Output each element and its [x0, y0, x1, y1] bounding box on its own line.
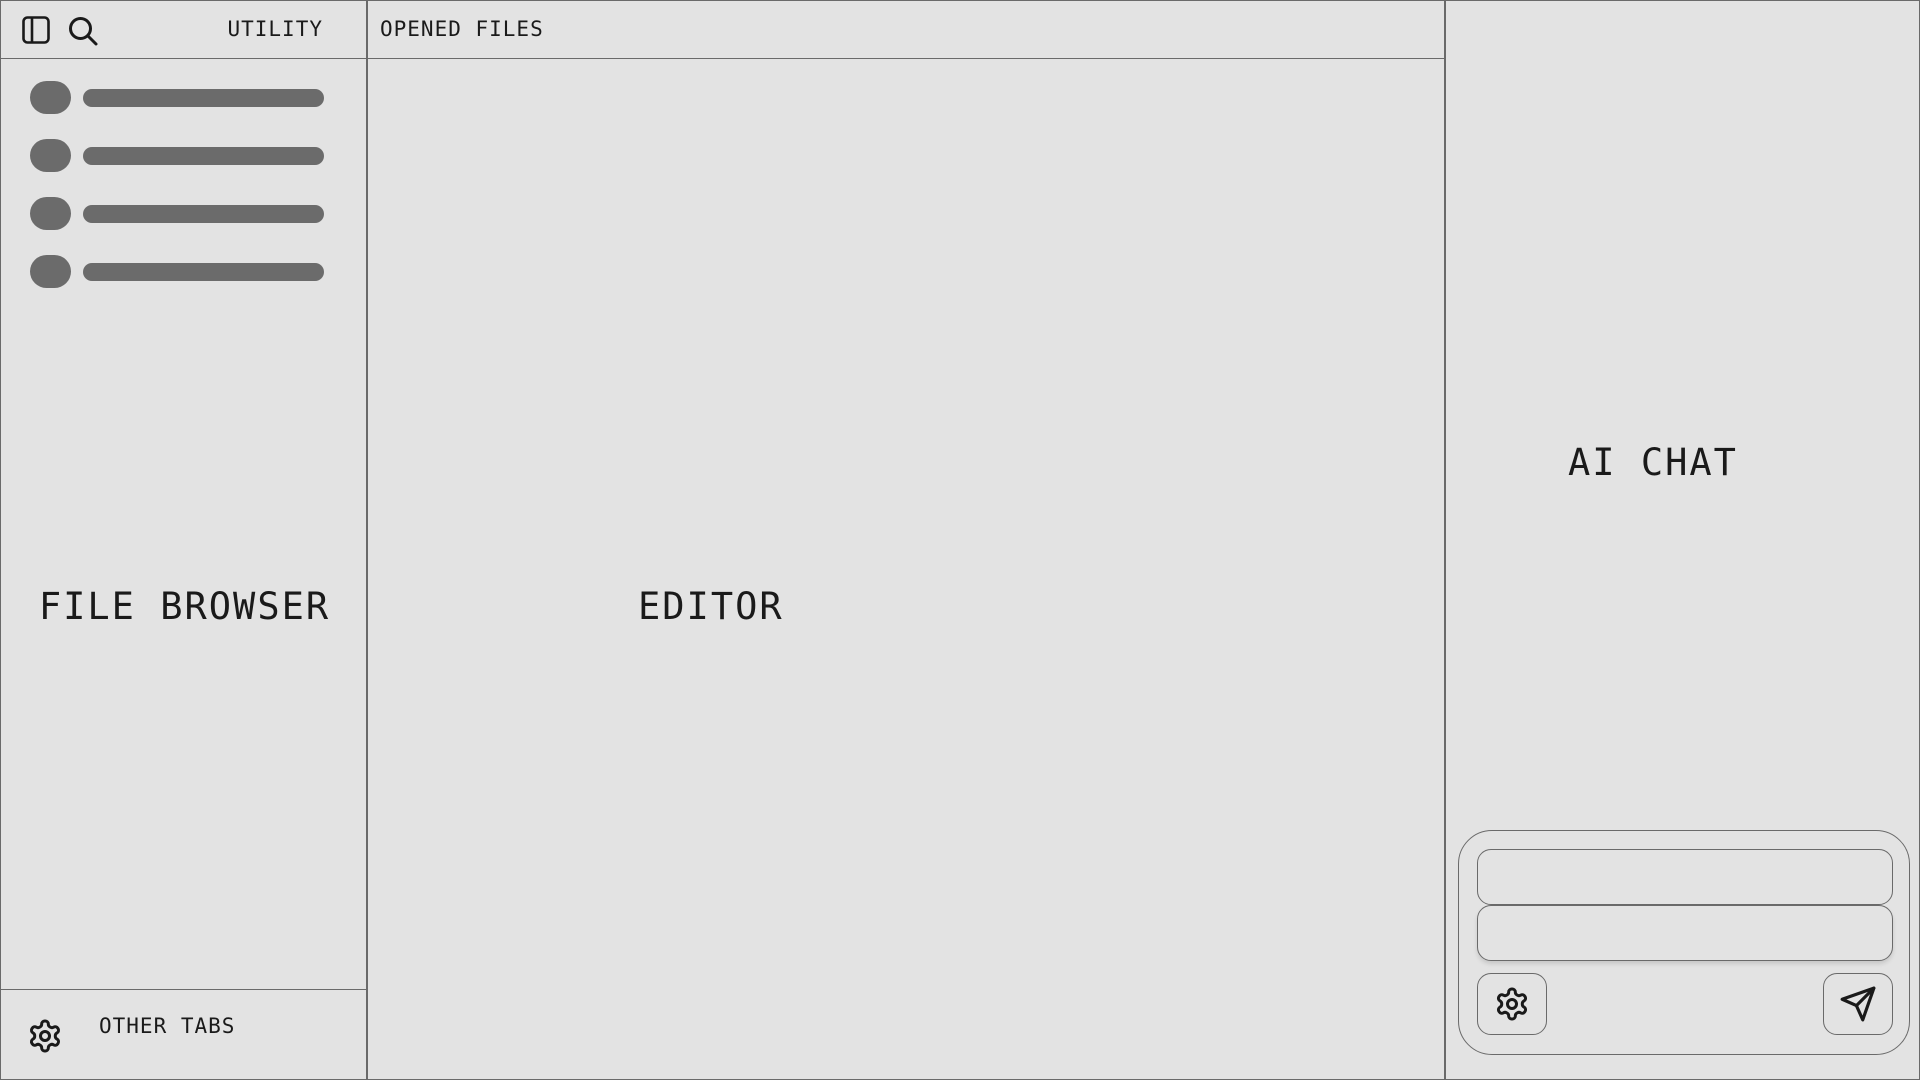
sidebar: UTILITY FILE BROWSER OTHER TABS	[1, 1, 368, 1079]
file-icon	[30, 255, 71, 288]
app-window: UTILITY FILE BROWSER OTHER TABS OPENED F…	[0, 0, 1920, 1080]
file-list-item[interactable]	[30, 255, 325, 295]
file-name-placeholder	[83, 205, 324, 223]
chat-message-input[interactable]	[1477, 905, 1893, 961]
settings-button[interactable]	[25, 1016, 65, 1056]
search-button[interactable]	[65, 13, 101, 49]
send-icon	[1840, 986, 1876, 1022]
file-list-item[interactable]	[30, 81, 325, 121]
file-icon	[30, 139, 71, 172]
editor-label: EDITOR	[638, 585, 784, 628]
file-list-item[interactable]	[30, 139, 325, 179]
file-browser-label: FILE BROWSER	[38, 585, 331, 628]
sidebar-toggle-button[interactable]	[19, 13, 53, 47]
sidebar-footer: OTHER TABS	[1, 989, 366, 1079]
chat-settings-button[interactable]	[1477, 973, 1547, 1035]
sidebar-header: UTILITY	[1, 1, 366, 59]
utility-label[interactable]: UTILITY	[227, 17, 323, 41]
file-name-placeholder	[83, 147, 324, 165]
editor-panel: OPENED FILES EDITOR	[368, 1, 1446, 1079]
file-list-item[interactable]	[30, 197, 325, 237]
file-name-placeholder	[83, 89, 324, 107]
chat-composer	[1458, 830, 1910, 1055]
file-list	[30, 81, 325, 313]
other-tabs-label[interactable]: OTHER TABS	[99, 1014, 235, 1038]
editor-tab-bar: OPENED FILES	[368, 1, 1444, 59]
file-name-placeholder	[83, 263, 324, 281]
gear-icon	[30, 1019, 60, 1053]
sidebar-panel-icon	[22, 16, 50, 44]
search-icon	[69, 17, 98, 46]
ai-chat-label: AI CHAT	[1568, 441, 1738, 484]
send-button[interactable]	[1823, 973, 1893, 1035]
opened-files-label[interactable]: OPENED FILES	[380, 17, 544, 41]
ai-chat-panel: AI CHAT	[1446, 1, 1919, 1079]
file-icon	[30, 81, 71, 114]
file-icon	[30, 197, 71, 230]
chat-context-input[interactable]	[1477, 849, 1893, 905]
gear-icon	[1497, 987, 1527, 1021]
